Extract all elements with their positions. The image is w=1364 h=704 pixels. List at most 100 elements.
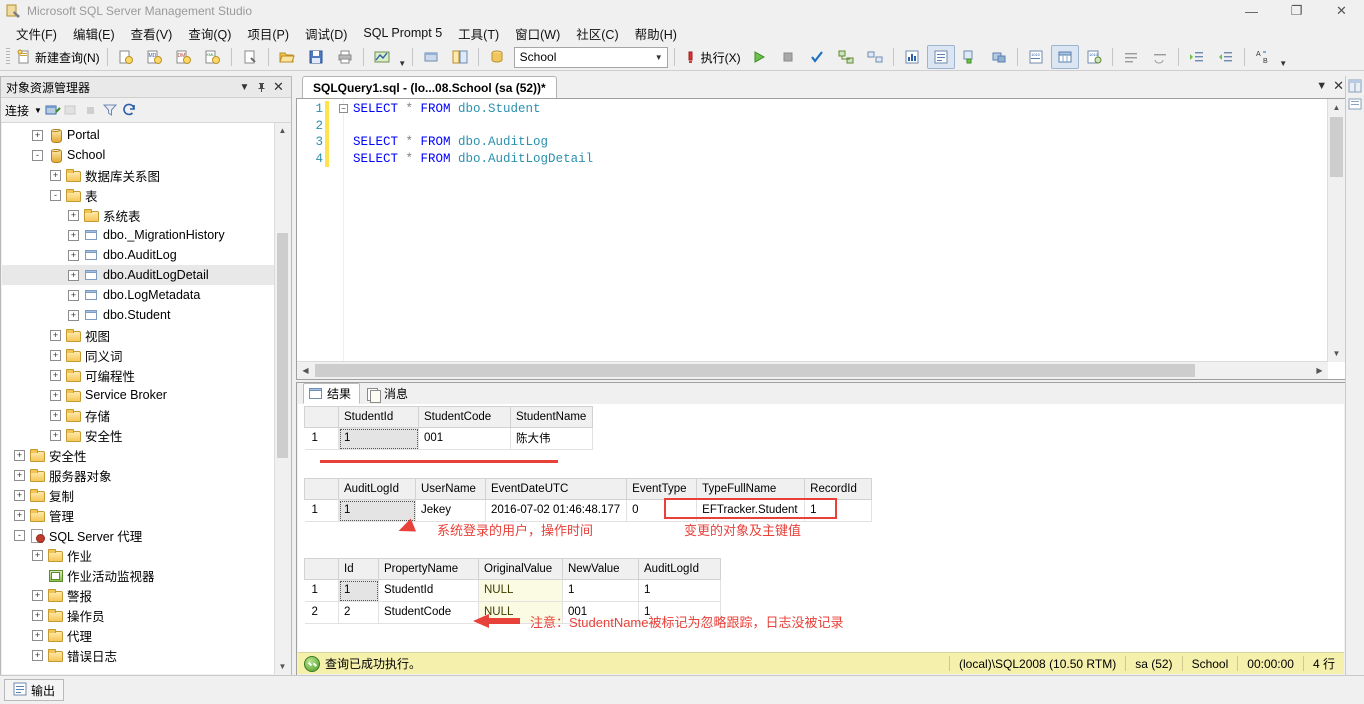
expand-icon[interactable]: +: [68, 289, 79, 301]
collapse-icon[interactable]: -: [50, 189, 61, 201]
table-cell[interactable]: 1: [638, 579, 721, 602]
tree-node-[interactable]: + 同义词: [2, 345, 274, 365]
expand-icon[interactable]: +: [68, 209, 79, 221]
tree-node-[interactable]: -表: [2, 185, 274, 205]
tree-node-[interactable]: + 安全性: [2, 445, 274, 465]
database-combobox[interactable]: School ▼: [513, 46, 668, 68]
menu-window[interactable]: 窗口(W): [507, 22, 568, 45]
tree-node-[interactable]: + 代理: [2, 625, 274, 645]
toolbar-grip[interactable]: [6, 48, 10, 66]
pin-icon[interactable]: [253, 79, 270, 96]
include-client-statistics-button[interactable]: [898, 45, 926, 69]
minimize-button[interactable]: —: [1229, 0, 1274, 22]
results-to-text-alt-button[interactable]: 1010: [1022, 45, 1050, 69]
tree-scrollbar[interactable]: ▲ ▼: [274, 123, 290, 674]
menu-sql-prompt[interactable]: SQL Prompt 5: [355, 24, 450, 42]
tree-node-[interactable]: + 可编程性: [2, 365, 274, 385]
change-connection-button[interactable]: [985, 45, 1013, 69]
column-header-EventType[interactable]: EventType: [626, 478, 698, 500]
column-header-OriginalValue[interactable]: OriginalValue: [478, 558, 563, 580]
select-all-corner[interactable]: [304, 558, 339, 580]
comment-button[interactable]: [1117, 45, 1145, 69]
stop-button[interactable]: [774, 45, 802, 69]
expand-icon[interactable]: +: [50, 409, 61, 421]
tree-node-[interactable]: + 服务器对象: [2, 465, 274, 485]
refresh-icon[interactable]: [121, 102, 137, 118]
tree-node-[interactable]: + 错误日志: [2, 645, 274, 665]
table-cell[interactable]: 2: [338, 601, 379, 624]
sql-editor[interactable]: 1 SELECT * FROM dbo.Student 2 3 SELECT * FRO…: [296, 98, 1346, 380]
column-header-UserName[interactable]: UserName: [415, 478, 486, 500]
specify-values-button[interactable]: AB: [1249, 45, 1277, 69]
column-header-EventDateUTC[interactable]: EventDateUTC: [484, 478, 628, 500]
row-header[interactable]: 1: [304, 579, 339, 602]
tree-node-[interactable]: + 存储: [2, 405, 274, 425]
new-mdx-query-button[interactable]: MD: [141, 45, 169, 69]
tree-node-[interactable]: + 操作员: [2, 605, 274, 625]
tree-node-Portal[interactable]: + Portal: [2, 125, 274, 145]
new-query-button[interactable]: 新建查询(N): [13, 45, 103, 69]
scroll-up-icon[interactable]: ▲: [1328, 99, 1345, 116]
results-to-grid-button[interactable]: [1050, 45, 1079, 69]
new-dmx-query-button[interactable]: DM: [170, 45, 198, 69]
table-cell[interactable]: 001: [418, 427, 511, 450]
table-cell[interactable]: 1: [562, 579, 639, 602]
filter-icon[interactable]: [102, 102, 118, 118]
table-cell[interactable]: 陈大伟: [509, 427, 594, 450]
menu-debug[interactable]: 调试(D): [297, 22, 355, 45]
chevron-down-icon[interactable]: ▼: [651, 53, 667, 62]
menu-tools[interactable]: 工具(T): [450, 22, 507, 45]
table-cell[interactable]: Jekey: [415, 499, 486, 522]
table-cell[interactable]: 1: [338, 579, 379, 602]
tree-node-dbo.AuditLog[interactable]: + dbo.AuditLog: [2, 245, 274, 265]
tree-node-dbo._MigrationHistory[interactable]: + dbo._MigrationHistory: [2, 225, 274, 245]
expand-icon[interactable]: +: [50, 349, 61, 361]
database-selector[interactable]: [483, 45, 511, 69]
scroll-left-icon[interactable]: ◀: [297, 362, 314, 378]
column-header-TypeFullName[interactable]: TypeFullName: [696, 478, 806, 500]
expand-icon[interactable]: +: [32, 589, 43, 601]
tree-node-[interactable]: + 系统表: [2, 205, 274, 225]
object-explorer-details-button[interactable]: [446, 45, 474, 69]
menu-file[interactable]: 文件(F): [8, 22, 65, 45]
results-grids-container[interactable]: StudentId StudentCode StudentName 1 1 001 陈大伟 …: [298, 404, 1344, 653]
chevron-down-icon[interactable]: ▼: [34, 106, 42, 115]
editor-horizontal-scrollbar[interactable]: ◀ ▶: [297, 361, 1328, 379]
object-explorer-tree[interactable]: + Portal - School + 数据库关系图 - 表 + 系统表 + dbo._Migrati…: [2, 123, 290, 674]
tree-node-SQLServer[interactable]: - SQL Server 代理: [2, 525, 274, 545]
select-all-corner[interactable]: [304, 406, 339, 428]
menu-view[interactable]: 查看(V): [123, 22, 181, 45]
scroll-right-icon[interactable]: ▶: [1311, 362, 1328, 378]
new-script-button[interactable]: [236, 45, 264, 69]
expand-icon[interactable]: +: [68, 269, 79, 281]
panel-dropdown-icon[interactable]: ▼: [236, 79, 253, 96]
connect-dropdown-label[interactable]: 连接: [5, 102, 31, 119]
expand-icon[interactable]: +: [50, 389, 61, 401]
row-header[interactable]: 2: [304, 601, 339, 624]
expand-icon[interactable]: +: [14, 489, 25, 501]
scroll-down-icon[interactable]: ▼: [275, 659, 290, 674]
column-header-StudentId[interactable]: StudentId: [338, 406, 419, 428]
include-actual-plan-button[interactable]: [861, 45, 889, 69]
scroll-down-icon[interactable]: ▼: [1328, 345, 1345, 362]
collapse-icon[interactable]: -: [14, 529, 25, 541]
open-file-button[interactable]: [273, 45, 301, 69]
new-xmla-query-button[interactable]: XML: [199, 45, 227, 69]
tree-node-[interactable]: + 警报: [2, 585, 274, 605]
column-header-RecordId[interactable]: RecordId: [804, 478, 873, 500]
expand-icon[interactable]: +: [50, 169, 61, 181]
tree-node-[interactable]: + 管理: [2, 505, 274, 525]
toolbar-overflow-button[interactable]: ▼: [397, 46, 408, 68]
expand-icon[interactable]: +: [32, 649, 43, 661]
expand-icon[interactable]: +: [32, 129, 43, 141]
disconnect-server-icon[interactable]: [64, 102, 80, 118]
new-database-engine-query-button[interactable]: [112, 45, 140, 69]
table-cell[interactable]: StudentId: [378, 579, 479, 602]
expand-icon[interactable]: +: [14, 469, 25, 481]
expand-icon[interactable]: +: [32, 629, 43, 641]
results-to-text-button[interactable]: [926, 45, 955, 69]
row-header[interactable]: 1: [304, 427, 339, 450]
expand-icon[interactable]: +: [50, 429, 61, 441]
column-header-PropertyName[interactable]: PropertyName: [378, 558, 479, 580]
table-cell[interactable]: 1: [338, 427, 419, 450]
